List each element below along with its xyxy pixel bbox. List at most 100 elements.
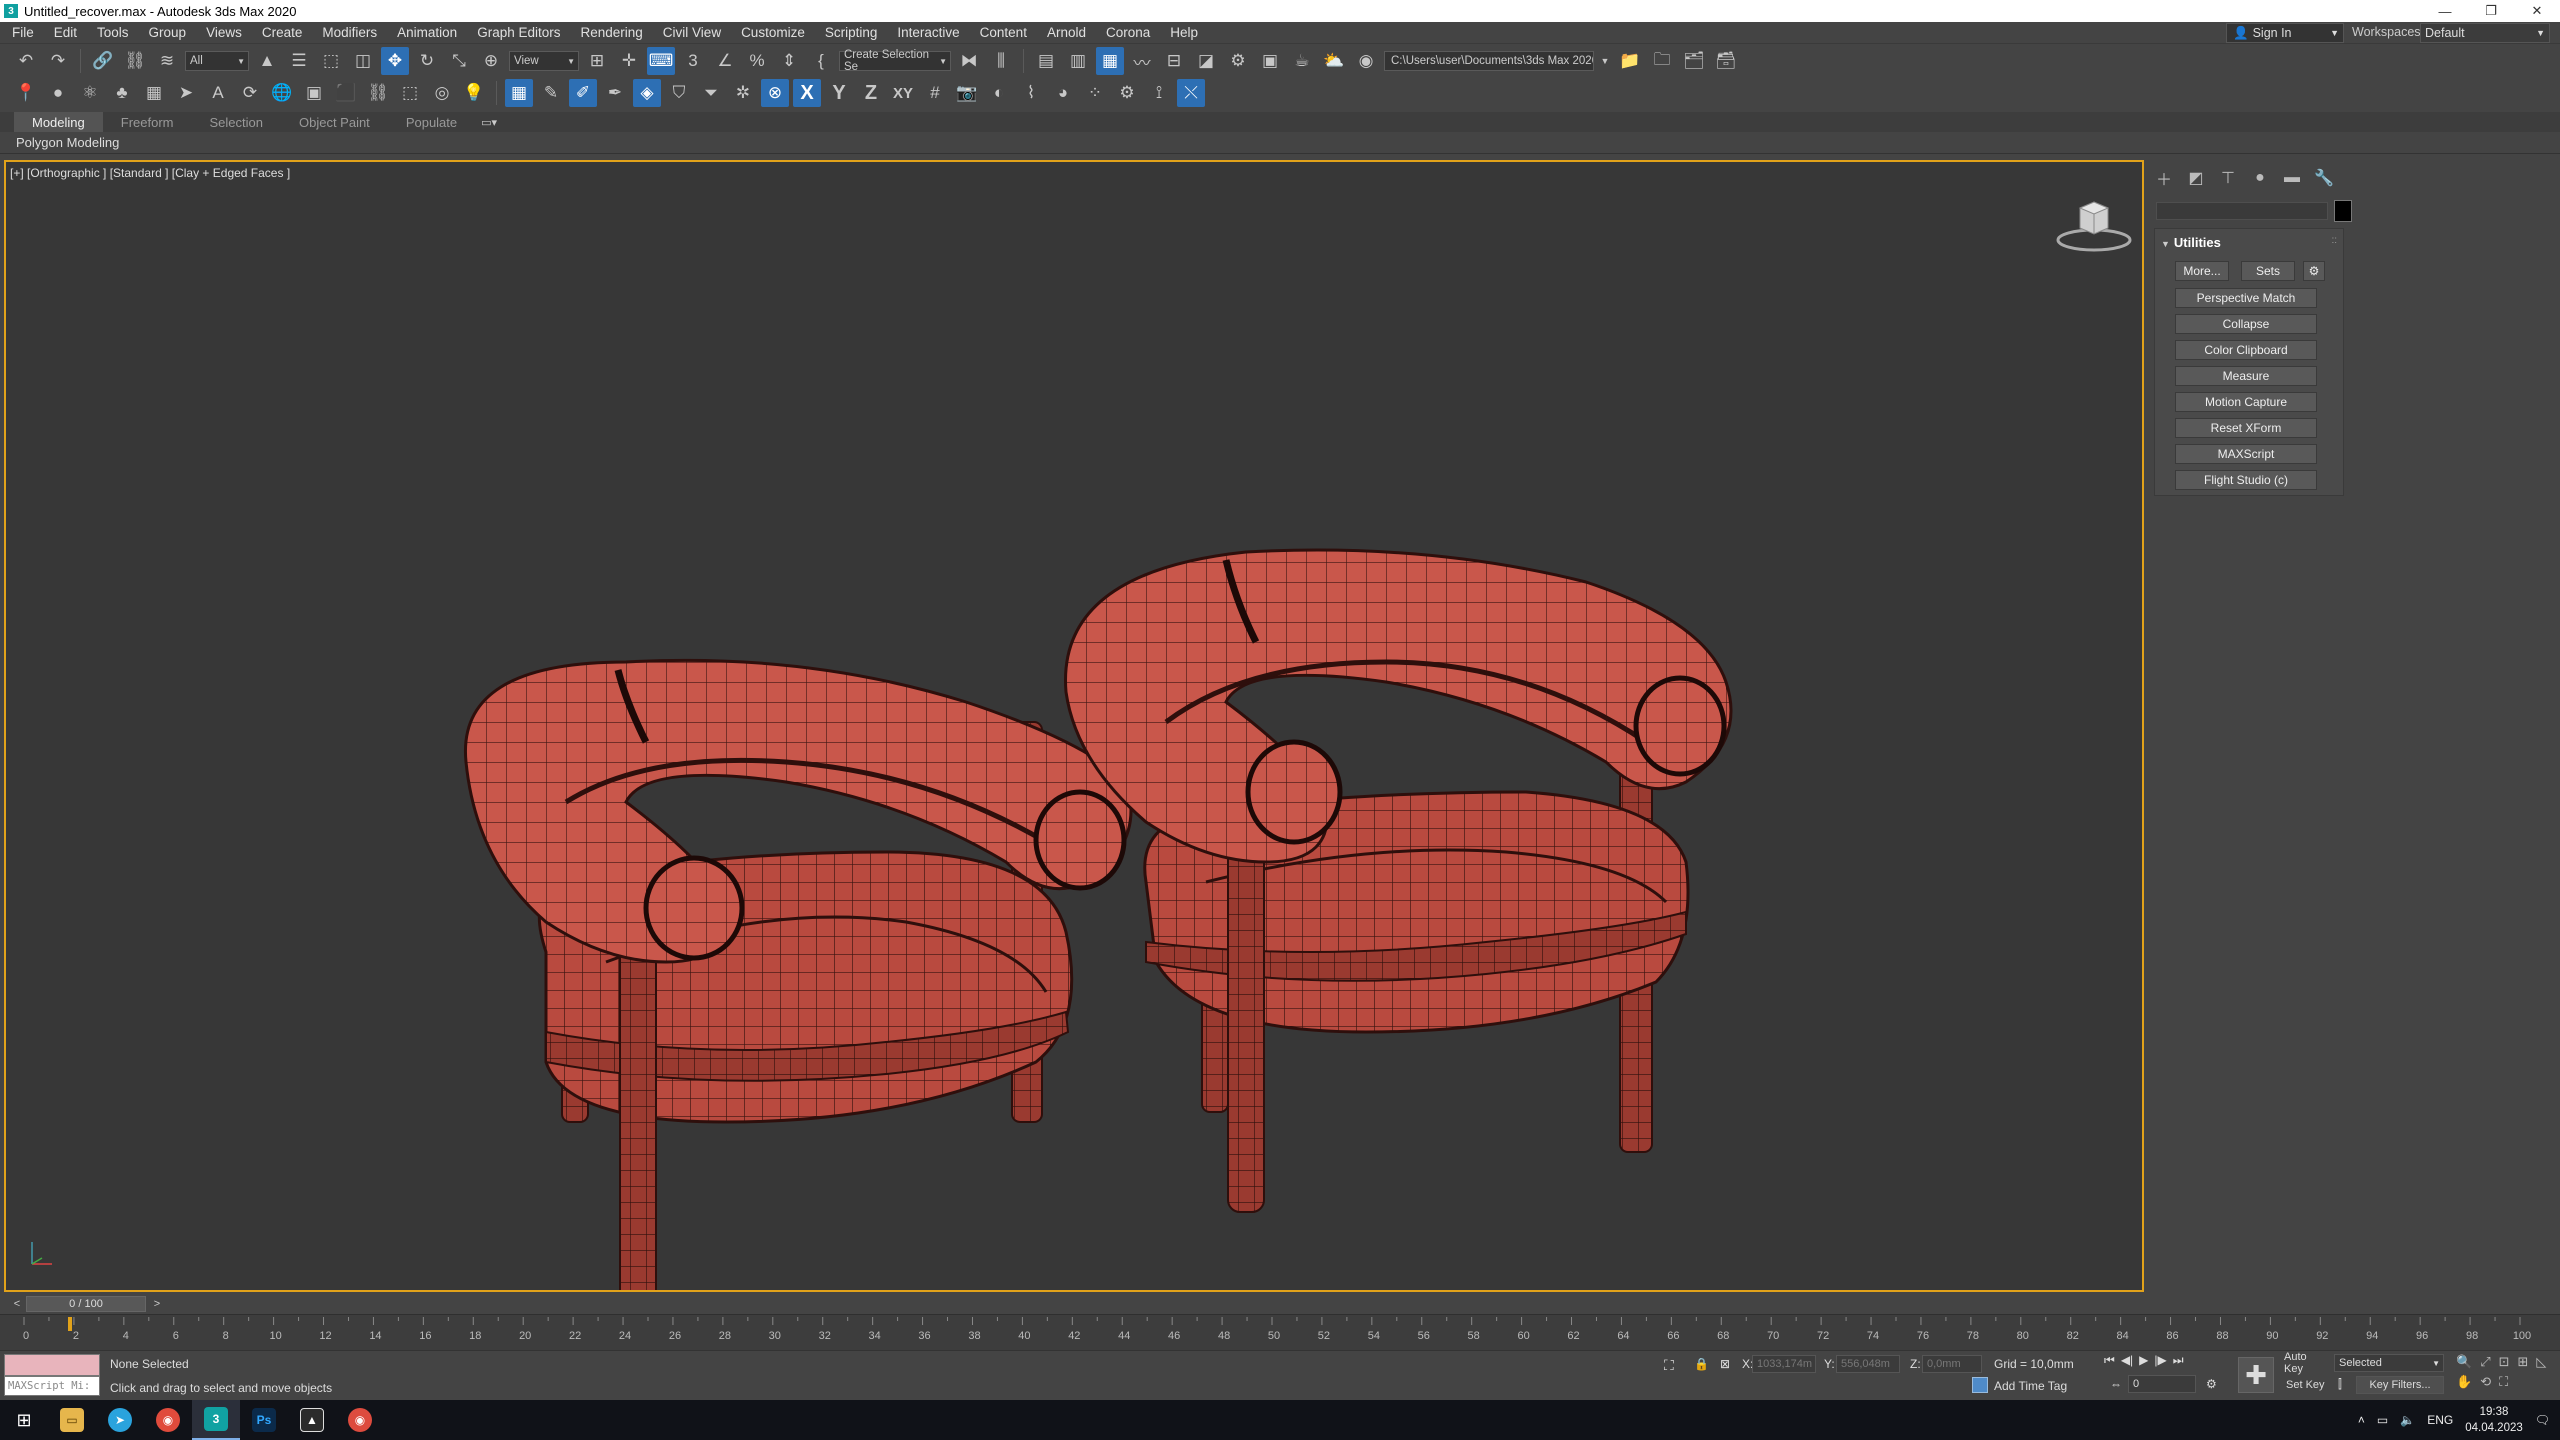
- ring-icon[interactable]: ◎: [428, 79, 456, 107]
- menu-views[interactable]: Views: [196, 25, 252, 40]
- menu-group[interactable]: Group: [139, 25, 197, 40]
- edit-named-selection-icon[interactable]: {: [807, 47, 835, 75]
- utilities-rollout-header[interactable]: ▼ Utilities: [2161, 235, 2221, 250]
- chair-model-left[interactable]: [463, 658, 1133, 1292]
- volume-icon[interactable]: 🔈: [2400, 1413, 2415, 1427]
- time-slider-thumb[interactable]: 0 / 100: [26, 1296, 146, 1312]
- zoom-icon[interactable]: 🔍: [2456, 1354, 2472, 1370]
- set-project-icon[interactable]: 🗂: [1680, 47, 1708, 75]
- menu-civil-view[interactable]: Civil View: [653, 25, 731, 40]
- tree-icon[interactable]: ♣: [108, 79, 136, 107]
- previous-frame-icon[interactable]: ◀|: [2121, 1353, 2133, 1368]
- key-filters-button[interactable]: Key Filters...: [2356, 1376, 2444, 1394]
- track-bar[interactable]: 0 2 4 6 8 10 12 14 16 18 20 22 24 26 28 30 32 34 36 38 40 42 4…: [0, 1314, 2560, 1350]
- close-button[interactable]: ✕: [2514, 0, 2560, 22]
- select-and-place-icon[interactable]: ⊕: [477, 47, 505, 75]
- go-to-start-icon[interactable]: ⏮: [2104, 1353, 2115, 1368]
- window-crossing-icon[interactable]: ◫: [349, 47, 377, 75]
- menu-customize[interactable]: Customize: [731, 25, 815, 40]
- isolate-selection-icon[interactable]: ⛶: [1664, 1357, 1674, 1374]
- spinner-snap-icon[interactable]: ⇕: [775, 47, 803, 75]
- select-and-rotate-icon[interactable]: ↻: [413, 47, 441, 75]
- reference-coord-dropdown[interactable]: View ▼: [509, 51, 579, 71]
- zoom-extents-all-icon[interactable]: ⊞: [2518, 1354, 2529, 1370]
- axis-y-constraint[interactable]: Y: [825, 79, 853, 107]
- hierarchy-tab-icon[interactable]: ⊤: [2216, 166, 2240, 190]
- menu-rendering[interactable]: Rendering: [571, 25, 653, 40]
- ribbon-toggle-icon[interactable]: ▦: [1096, 47, 1124, 75]
- link-icon[interactable]: 🔗: [89, 47, 117, 75]
- render-setup-icon[interactable]: ⚙: [1224, 47, 1252, 75]
- frame-icon[interactable]: ⬚: [396, 79, 424, 107]
- cube-icon[interactable]: ▣: [300, 79, 328, 107]
- ribbon-tab-populate[interactable]: Populate: [388, 112, 475, 132]
- axis-xy-constraint[interactable]: XY: [889, 79, 917, 107]
- field-of-view-icon[interactable]: ◺: [2536, 1354, 2546, 1370]
- mirror-icon[interactable]: ⧓: [955, 47, 983, 75]
- more-button[interactable]: More...: [2175, 261, 2229, 281]
- menu-interactive[interactable]: Interactive: [887, 25, 969, 40]
- axis-x-constraint[interactable]: X: [793, 79, 821, 107]
- auto-key-button[interactable]: Auto Key: [2284, 1351, 2328, 1375]
- project-folder-dropdown-icon[interactable]: ▼: [1598, 47, 1612, 75]
- selection-lock-icon[interactable]: 🔒: [1694, 1357, 1709, 1371]
- camera-icon[interactable]: 📷: [953, 79, 981, 107]
- maxscript-output[interactable]: [4, 1354, 100, 1376]
- absolute-mode-icon[interactable]: ⊠: [1720, 1357, 1730, 1371]
- clock[interactable]: 19:38 04.04.2023: [2465, 1404, 2523, 1436]
- viewcube-icon[interactable]: [2054, 194, 2134, 254]
- box-icon[interactable]: ⬛: [332, 79, 360, 107]
- menu-file[interactable]: File: [0, 25, 44, 40]
- named-selection-dropdown[interactable]: Create Selection Se ▼: [839, 49, 951, 73]
- chain-icon[interactable]: ⛓: [364, 79, 392, 107]
- utility-flight-studio[interactable]: Flight Studio (c): [2175, 470, 2317, 490]
- funnel-icon[interactable]: ⏷: [697, 79, 725, 107]
- grid-icon[interactable]: #: [921, 79, 949, 107]
- redo-icon[interactable]: ↷: [44, 47, 72, 75]
- sphere-dark-icon[interactable]: ◕: [1049, 79, 1077, 107]
- modify-tab-icon[interactable]: ◩: [2184, 166, 2208, 190]
- time-tag-icon[interactable]: [1972, 1377, 1988, 1393]
- gear-icon[interactable]: ⚙: [1113, 79, 1141, 107]
- orbit-icon[interactable]: ⟲: [2480, 1374, 2491, 1390]
- manipulate-icon[interactable]: ✛: [615, 47, 643, 75]
- set-keys-icon[interactable]: ✚: [2238, 1357, 2274, 1393]
- key-mode-icon[interactable]: ⫿: [2338, 1377, 2342, 1392]
- menu-content[interactable]: Content: [970, 25, 1037, 40]
- selection-filter-dropdown[interactable]: All ▼: [185, 51, 249, 71]
- utility-reset-xform[interactable]: Reset XForm: [2175, 418, 2317, 438]
- pin-icon[interactable]: 📍: [12, 79, 40, 107]
- menu-arnold[interactable]: Arnold: [1037, 25, 1096, 40]
- ribbon-options-icon[interactable]: ▭▾: [481, 116, 497, 129]
- utility-motion-capture[interactable]: Motion Capture: [2175, 392, 2317, 412]
- taskbar-telegram[interactable]: ➤: [96, 1400, 144, 1440]
- sets-button[interactable]: Sets: [2241, 261, 2295, 281]
- brush-icon[interactable]: ✎: [537, 79, 565, 107]
- rendered-frame-window-icon[interactable]: ▣: [1256, 47, 1284, 75]
- pen-icon[interactable]: ✒: [601, 79, 629, 107]
- utility-measure[interactable]: Measure: [2175, 366, 2317, 386]
- taskbar-photoshop[interactable]: Ps: [240, 1400, 288, 1440]
- taskbar-chrome-2[interactable]: ◉: [336, 1400, 384, 1440]
- select-by-name-icon[interactable]: ☰: [285, 47, 313, 75]
- workspace-dropdown[interactable]: Default ▼: [2420, 23, 2550, 43]
- unlink-icon[interactable]: ⛓: [121, 47, 149, 75]
- percent-snap-icon[interactable]: %: [743, 47, 771, 75]
- keyboard-shortcut-override-icon[interactable]: ⌨: [647, 47, 675, 75]
- menu-help[interactable]: Help: [1160, 25, 1208, 40]
- go-to-end-icon[interactable]: ⏭: [2173, 1353, 2184, 1368]
- table-icon[interactable]: ▦: [140, 79, 168, 107]
- current-frame-field[interactable]: 0: [2128, 1375, 2196, 1393]
- menu-corona[interactable]: Corona: [1096, 25, 1160, 40]
- taskbar-3dsmax[interactable]: 3: [192, 1400, 240, 1440]
- utility-collapse[interactable]: Collapse: [2175, 314, 2317, 334]
- align-icon[interactable]: ⫼: [987, 47, 1015, 75]
- display-tab-icon[interactable]: ▬: [2280, 166, 2304, 190]
- render-production-icon[interactable]: ☕: [1288, 47, 1316, 75]
- select-and-move-icon[interactable]: ✥: [381, 47, 409, 75]
- layer-explorer-icon[interactable]: ▥: [1064, 47, 1092, 75]
- maximize-viewport-icon[interactable]: ⛶: [2499, 1374, 2508, 1390]
- dots-icon[interactable]: ⁘: [1081, 79, 1109, 107]
- chevron-up-icon[interactable]: ˄: [2358, 1413, 2365, 1427]
- windows-start-icon[interactable]: ⊞: [0, 1400, 48, 1440]
